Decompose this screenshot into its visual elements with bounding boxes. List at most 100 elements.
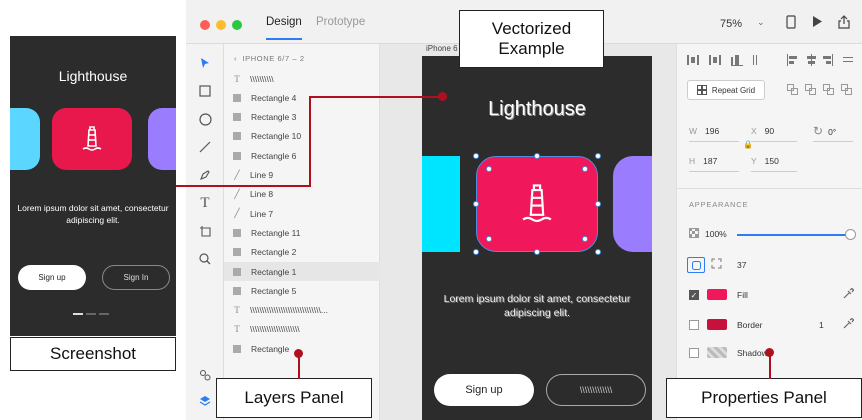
layer-row[interactable]: Rectangle 10 [224,127,380,146]
height-field[interactable]: H 187 [689,156,717,166]
caption-vectorized-example: Vectorized Example [459,10,604,68]
appearance-heading: APPEARANCE [689,200,749,209]
artboard-name: IPHONE 6/7 – 2 [242,54,305,63]
border-width-value[interactable]: 1 [819,320,824,330]
lock-aspect-icon[interactable]: 🔒 [743,140,753,149]
tab-prototype[interactable]: Prototype [316,16,365,28]
uniform-radius-icon[interactable] [687,257,705,273]
rectangle-layer-icon [233,151,241,160]
layer-row[interactable]: T \\\\\\\\\\\\\\\\\\\\\\\\\\\\\\... [224,301,380,320]
select-tool-icon[interactable] [196,54,214,72]
artboard-card-right[interactable] [613,156,652,252]
phone-signup-button[interactable]: Sign up [18,265,86,290]
artboard[interactable]: Lighthouse Lorem ipsum dolor sit amet, c… [422,56,652,420]
rectangle-layer-icon [233,344,241,353]
layer-row[interactable]: Rectangle 6 [224,146,380,165]
corner-radius-value[interactable]: 37 [737,260,746,270]
resize-handle[interactable] [595,153,601,159]
layer-row[interactable]: Rectangle 3 [224,108,380,127]
line-tool-icon[interactable] [196,138,214,156]
layer-row[interactable]: Rectangle 11 [224,223,380,242]
repeat-grid-button[interactable]: Repeat Grid [687,80,765,100]
radius-handle[interactable] [582,236,588,242]
chevron-down-icon[interactable]: ⌄ [757,17,765,28]
lighthouse-icon [82,126,102,151]
layer-row[interactable]: ╱ Line 8 [224,185,380,204]
layer-row[interactable]: Rectangle 1 [224,262,380,281]
close-window-button[interactable] [200,20,210,30]
resize-handle[interactable] [473,249,479,255]
resize-handle[interactable] [473,201,479,207]
zoom-tool-icon[interactable] [196,250,214,268]
per-corner-radius-icon[interactable] [711,258,722,272]
artboard-title[interactable]: Lighthouse [422,98,652,121]
artboard-signin-button[interactable]: \\\\\\\\\\\\\ [546,374,646,406]
share-icon[interactable] [838,15,850,32]
border-checkbox[interactable] [689,320,699,330]
border-color-swatch[interactable] [707,319,727,330]
radius-handle[interactable] [582,166,588,172]
resize-handle[interactable] [473,153,479,159]
artboard-tool-icon[interactable] [196,222,214,240]
fill-checkbox[interactable]: ✓ [689,290,699,300]
maximize-window-button[interactable] [232,20,242,30]
layer-row[interactable]: Rectangle 2 [224,243,380,262]
boolean-ops-icon[interactable] [787,84,857,99]
layer-row[interactable]: Rectangle 5 [224,281,380,300]
resize-handle[interactable] [595,201,601,207]
toolbar: T [186,44,224,420]
resize-handle[interactable] [534,249,540,255]
zoom-level[interactable]: 75% [720,18,742,30]
opacity-slider-track[interactable] [737,234,849,236]
artboard-card-selected[interactable] [476,156,598,252]
rectangle-layer-icon [233,248,241,257]
eyedropper-icon[interactable] [843,317,855,332]
distribute-icon[interactable] [687,54,771,69]
fill-color-swatch[interactable] [707,289,727,300]
phone-screenshot: Lighthouse Lorem ipsum dolor sit amet, c… [10,36,176,336]
layer-row[interactable]: T \\\\\\\\\\\\\\\\\\\\\ [224,320,380,339]
pen-tool-icon[interactable] [196,166,214,184]
x-field[interactable]: X 90 [751,126,774,136]
y-field[interactable]: Y 150 [751,156,779,166]
layers-icon[interactable] [196,392,214,410]
radius-handle[interactable] [486,236,492,242]
rectangle-layer-icon [233,228,241,237]
shadow-color-swatch[interactable] [707,347,727,358]
width-field[interactable]: W 196 [689,126,719,136]
callout-line [176,185,310,187]
rectangle-tool-icon[interactable] [196,82,214,100]
layer-row[interactable]: T \\\\\\\\\\ [224,69,380,88]
line-layer-icon: ╱ [234,188,240,199]
phone-signin-button[interactable]: Sign In [102,265,170,290]
resize-handle[interactable] [595,249,601,255]
shadow-checkbox[interactable] [689,348,699,358]
resize-handle[interactable] [534,153,540,159]
align-icon[interactable] [787,54,857,69]
device-preview-icon[interactable] [786,15,796,32]
rotation-field[interactable]: ↻ 0° [813,124,836,138]
artboard-card-left[interactable] [422,156,460,252]
symbols-icon[interactable] [196,366,214,384]
play-icon[interactable] [812,15,823,31]
artboard-signup-button[interactable]: Sign up [434,374,534,406]
layers-breadcrumb[interactable]: ‹ IPHONE 6/7 – 2 [234,54,305,63]
ellipse-tool-icon[interactable] [196,110,214,128]
radius-handle[interactable] [486,166,492,172]
opacity-value[interactable]: 100% [705,229,727,239]
opacity-slider-knob[interactable] [845,229,856,240]
callout-line [309,96,311,187]
minimize-window-button[interactable] [216,20,226,30]
layer-label: Rectangle 5 [251,285,297,296]
tab-design[interactable]: Design [266,16,302,40]
section-divider [677,188,862,189]
layer-row[interactable]: ╱ Line 7 [224,204,380,223]
callout-line [298,353,300,379]
border-label: Border [737,320,763,330]
artboard-body-text[interactable]: Lorem ipsum dolor sit amet, consectetur … [432,292,642,320]
rectangle-layer-icon [233,132,241,141]
text-tool-icon[interactable]: T [196,194,214,212]
artboard-label[interactable]: iPhone 6 [426,44,458,53]
eyedropper-icon[interactable] [843,287,855,302]
layer-row[interactable]: ╱ Line 9 [224,166,380,185]
